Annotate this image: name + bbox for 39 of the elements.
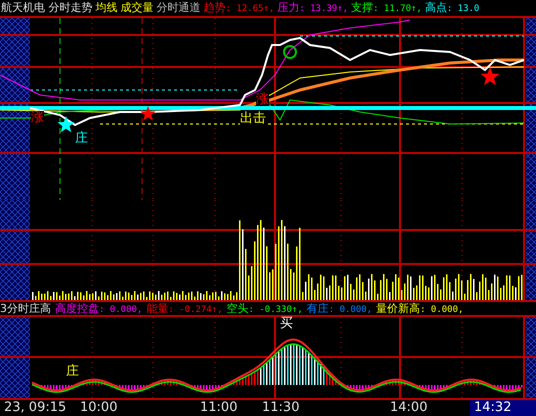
reading-label: 趋势 (204, 0, 226, 16)
time-label: 14:32 (470, 400, 536, 416)
time-label: 14:00 (389, 400, 428, 416)
reading-label: 高点 (424, 0, 447, 16)
reading-label: 能量 (146, 302, 168, 314)
chart-marker: 买 (280, 317, 293, 330)
chart-marker: 涨 (31, 111, 44, 124)
circle-icon (283, 45, 297, 59)
reading-label: 高度控盘 (55, 302, 99, 314)
reading-value: : -0.330↑, (248, 306, 303, 314)
reading-label: 压力 (277, 0, 300, 16)
reading-label: 空头 (226, 302, 249, 314)
time-label: 11:00 (199, 400, 238, 416)
indicator-title: 3分时庄高 (0, 303, 51, 314)
chart-marker: 庄 (66, 365, 79, 378)
star-icon (480, 67, 500, 86)
chart-title: 航天机电 分时走势 (1, 0, 92, 16)
star-icon (140, 106, 156, 120)
star-icon (57, 116, 75, 132)
time-label: 23, 09:15 (3, 400, 68, 416)
reading-value: : 13.0 (446, 2, 480, 16)
menu-item[interactable]: 分时通道 (156, 0, 200, 16)
reading-value: : 0.000, (99, 306, 142, 314)
chart-marker: 出击 (240, 112, 266, 125)
reading-label: 有庄 (306, 302, 329, 314)
reading-value: : 11.70↑, (373, 2, 422, 16)
reading-value: : 12.65↑, (226, 2, 274, 16)
chart-marker: 庄 (75, 132, 88, 145)
reading-value: : 0.000, (420, 306, 464, 314)
reading-value: : 13.39↑, (299, 2, 348, 16)
menu-item[interactable]: 均线 (96, 0, 118, 16)
reading-label: 量价新高 (376, 302, 420, 314)
reading-value: : -0.274↑, (168, 306, 223, 314)
time-label: 10:00 (79, 400, 118, 416)
reading-label: 支撑 (351, 0, 374, 16)
time-label: 11:30 (261, 400, 300, 416)
menu-item[interactable]: 成交量 (120, 0, 154, 16)
reading-value: : 0.000, (328, 306, 372, 314)
chart-marker: 涨 (256, 93, 269, 106)
